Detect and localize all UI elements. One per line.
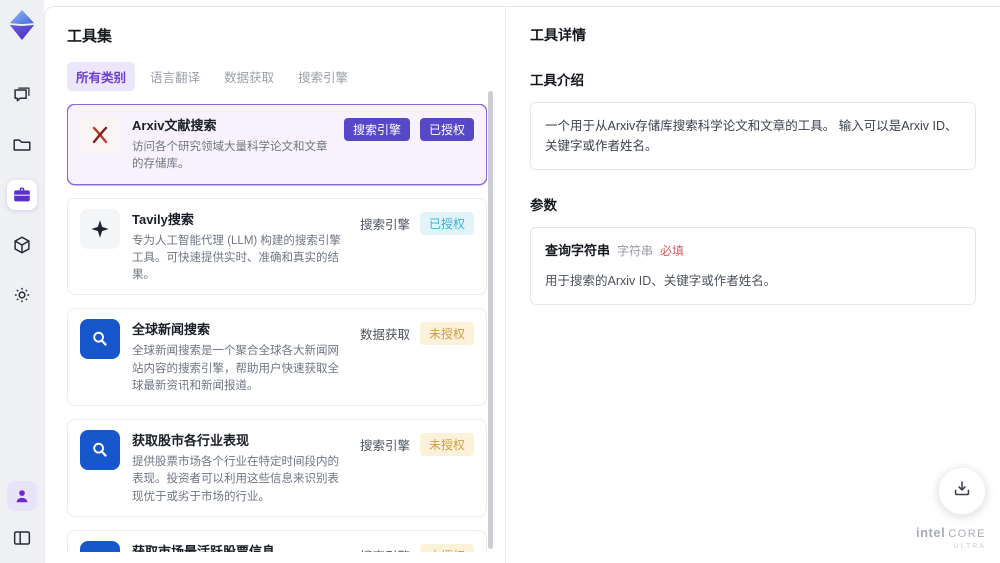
tool-status-badge: 已授权	[419, 118, 474, 141]
param-list: 查询字符串 字符串 必填 用于搜索的Arxiv ID、关键字或作者姓名。	[530, 227, 976, 305]
sidebar-item-files[interactable]	[7, 130, 37, 160]
news-search-icon	[80, 430, 120, 470]
app-window: 工具集 所有类别 语言翻译 数据获取 搜索引擎 Arxiv文献搜索 访问各个研究领域大…	[0, 0, 1000, 563]
arxiv-logo-icon	[80, 115, 120, 155]
tool-status-badge: 已授权	[419, 211, 474, 235]
tool-name: 获取市场最活跃股票信息	[132, 543, 276, 552]
intro-text-box: 一个用于从Arxiv存储库搜索科学论文和文章的工具。 输入可以是Arxiv ID…	[530, 102, 976, 170]
folder-icon	[11, 134, 33, 156]
tool-tags: 搜索引擎 未授权	[360, 433, 474, 456]
news-search-icon	[80, 540, 120, 552]
tool-name: Tavily搜索	[132, 211, 194, 227]
sidebar-item-models[interactable]	[7, 230, 37, 260]
category-tabs: 所有类别 语言翻译 数据获取 搜索引擎	[67, 62, 487, 91]
category-tab-2[interactable]: 数据获取	[215, 62, 283, 91]
tool-description: 专为人工智能代理 (LLM) 构建的搜索引擎工具。可快速提供实时、准确和真实的结…	[132, 234, 341, 282]
tool-category-tag: 搜索引擎	[360, 546, 410, 552]
tool-card[interactable]: Tavily搜索 专为人工智能代理 (LLM) 构建的搜索引擎工具。可快速提供实…	[67, 197, 487, 296]
cube-icon	[11, 234, 33, 256]
sidebar-nav	[7, 80, 37, 310]
news-search-icon	[80, 319, 120, 360]
gear-icon	[11, 284, 33, 306]
tool-tags: 数据获取 未授权	[359, 322, 474, 346]
intro-heading: 工具介绍	[530, 73, 584, 88]
page-title: 工具集	[67, 28, 113, 45]
tool-tags: 搜索引擎 已授权	[343, 118, 474, 141]
tool-category-tag: 搜索引擎	[359, 439, 410, 453]
download-button[interactable]	[938, 467, 986, 515]
sidebar-item-panel-toggle[interactable]	[7, 523, 37, 553]
tool-name: Arxiv文献搜索	[132, 118, 217, 133]
tool-category-tag: 搜索引擎	[343, 118, 410, 141]
tool-list: Arxiv文献搜索 访问各个研究领域大量科学论文和文章的存储库。 搜索引擎 已授…	[67, 104, 487, 552]
tool-card[interactable]: 获取股市各行业表现 提供股票市场各个行业在特定时间段内的表现。投资者可以利用这些…	[67, 419, 487, 517]
tool-name: 获取股市各行业表现	[132, 433, 250, 448]
tool-card[interactable]: 获取市场最活跃股票信息 提供当天交易量最高的股票列表，投资者可以利用这些信息来识…	[67, 529, 487, 552]
param-name: 查询字符串	[545, 243, 611, 258]
tool-card[interactable]: Arxiv文献搜索 访问各个研究领域大量科学论文和文章的存储库。 搜索引擎 已授…	[67, 104, 487, 185]
tool-status-badge: 未授权	[419, 433, 474, 456]
tool-description: 提供股票市场各个行业在特定时间段内的表现。投资者可以利用这些信息来识别表现优于或…	[132, 456, 339, 503]
intel-wordmark: intel	[915, 525, 946, 540]
sidebar	[0, 0, 44, 563]
tool-description: 访问各个研究领域大量科学论文和文章的存储库。	[132, 141, 328, 171]
tool-detail-panel: 工具详情 工具介绍 一个用于从Arxiv存储库搜索科学论文和文章的工具。 输入可…	[506, 7, 1000, 563]
user-icon	[12, 486, 32, 506]
tool-name: 全球新闻搜索	[132, 322, 211, 338]
tool-description: 全球新闻搜索是一个聚合全球各大新闻网站内容的搜索引擎，帮助用户快速获取全球最新资…	[132, 345, 339, 392]
category-tab-3[interactable]: 搜索引擎	[289, 62, 357, 91]
sidebar-item-settings[interactable]	[7, 280, 37, 310]
param-type: 字符串	[617, 244, 654, 258]
core-wordmark: CORE	[948, 528, 986, 540]
app-logo-icon	[7, 8, 37, 42]
chat-icon	[11, 84, 33, 106]
list-scrollbar[interactable]	[488, 91, 493, 549]
tier-wordmark: ULTRA	[953, 543, 986, 550]
param-card: 查询字符串 字符串 必填 用于搜索的Arxiv ID、关键字或作者姓名。	[530, 227, 976, 305]
sidebar-item-account[interactable]	[7, 481, 37, 511]
sidebar-item-chat[interactable]	[7, 80, 37, 110]
param-description: 用于搜索的Arxiv ID、关键字或作者姓名。	[545, 273, 777, 288]
tool-tags: 搜索引擎 未授权	[360, 543, 474, 552]
sidebar-bottom	[7, 481, 37, 553]
category-tab-1[interactable]: 语言翻译	[141, 62, 209, 91]
briefcase-icon	[11, 184, 33, 206]
params-heading: 参数	[530, 198, 557, 213]
tool-category-tag: 数据获取	[359, 328, 410, 343]
param-required-label: 必填	[660, 244, 685, 258]
tool-card[interactable]: 全球新闻搜索 全球新闻搜索是一个聚合全球各大新闻网站内容的搜索引擎，帮助用户快速…	[67, 308, 487, 406]
content-area: 工具集 所有类别 语言翻译 数据获取 搜索引擎 Arxiv文献搜索 访问各个研究领域大…	[44, 6, 1000, 563]
intel-core-logo: intel CORE ULTRA	[912, 525, 990, 550]
download-icon	[951, 478, 973, 505]
tool-status-badge: 未授权	[419, 322, 474, 346]
sidebar-item-tools[interactable]	[7, 180, 37, 210]
tool-list-panel: 工具集 所有类别 语言翻译 数据获取 搜索引擎 Arxiv文献搜索 访问各个研究领域大…	[45, 7, 506, 563]
layout-panel-icon	[11, 527, 33, 549]
tool-tags: 搜索引擎 已授权	[359, 211, 474, 235]
tavily-star-icon	[80, 208, 120, 249]
detail-title: 工具详情	[530, 27, 586, 43]
tool-category-tag: 搜索引擎	[359, 217, 410, 232]
tool-status-badge: 未授权	[419, 543, 474, 552]
category-tab-0[interactable]: 所有类别	[67, 62, 136, 91]
